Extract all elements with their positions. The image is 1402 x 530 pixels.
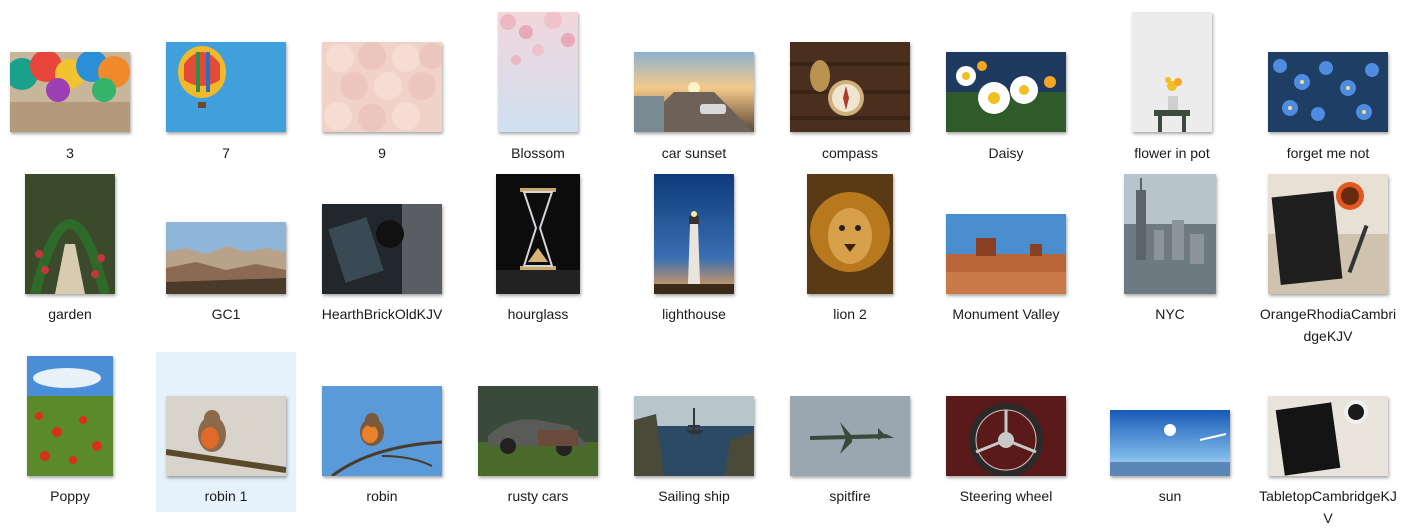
file-name: garden <box>48 306 92 322</box>
file-item[interactable]: HearthBrickOldKJV <box>312 170 452 345</box>
flower-pot-photo-icon <box>1132 12 1212 132</box>
hourglass-photo-icon <box>496 174 580 294</box>
hearth-photo-icon <box>322 204 442 294</box>
file-item[interactable]: OrangeRhodiaCambridgeKJV <box>1258 170 1398 345</box>
file-item[interactable]: robin 1 <box>156 352 296 512</box>
file-name: Daisy <box>988 145 1024 161</box>
file-item[interactable]: Blossom <box>468 8 608 168</box>
file-item[interactable]: 3 <box>0 8 140 168</box>
file-item[interactable]: spitfire <box>780 352 920 512</box>
file-name: robin 1 <box>204 488 248 504</box>
poppy-photo-icon <box>27 356 113 476</box>
file-item[interactable]: forget me not <box>1258 8 1398 168</box>
file-item[interactable]: compass <box>780 8 920 168</box>
file-name: Blossom <box>511 145 565 161</box>
spitfire-photo-icon <box>790 396 910 476</box>
compass-photo-icon <box>790 42 910 132</box>
file-name: flower in pot <box>1134 145 1210 161</box>
file-item[interactable]: lighthouse <box>624 170 764 345</box>
file-item[interactable]: Daisy <box>936 8 1076 168</box>
lion-photo-icon <box>807 174 893 294</box>
file-name: Sailing ship <box>658 488 730 504</box>
rusty-cars-photo-icon <box>478 386 598 476</box>
lighthouse-photo-icon <box>654 174 734 294</box>
monument-valley-photo-icon <box>946 214 1066 294</box>
daisy-photo-icon <box>946 52 1066 132</box>
file-name: NYC <box>1155 306 1185 322</box>
file-item[interactable]: 7 <box>156 8 296 168</box>
file-item[interactable]: NYC <box>1100 170 1240 345</box>
file-item[interactable]: Monument Valley <box>936 170 1076 345</box>
file-item[interactable]: lion 2 <box>780 170 920 345</box>
notebook-photo-icon <box>1268 174 1388 294</box>
steering-wheel-photo-icon <box>946 396 1066 476</box>
sun-photo-icon <box>1110 410 1230 476</box>
file-name: 7 <box>222 145 230 161</box>
file-item[interactable]: sun <box>1100 352 1240 512</box>
file-name: Steering wheel <box>959 488 1053 504</box>
roses-photo-icon <box>322 42 442 132</box>
forget-me-not-photo-icon <box>1268 52 1388 132</box>
file-item[interactable]: TabletopCambridgeKJV <box>1258 352 1398 526</box>
file-item[interactable]: rusty cars <box>468 352 608 512</box>
file-item[interactable]: GC1 <box>156 170 296 345</box>
file-name: rusty cars <box>507 488 569 504</box>
robin-branch-photo-icon <box>166 396 286 476</box>
nyc-photo-icon <box>1124 174 1216 294</box>
file-name: HearthBrickOldKJV <box>321 306 443 322</box>
file-name: robin <box>366 488 398 504</box>
file-grid: 3 7 9 Blossom car sunset compass Daisy f… <box>0 0 1402 530</box>
file-item[interactable]: garden <box>0 170 140 345</box>
file-item[interactable]: robin <box>312 352 452 512</box>
file-name: 9 <box>378 145 386 161</box>
file-item[interactable]: car sunset <box>624 8 764 168</box>
robin-sky-photo-icon <box>322 386 442 476</box>
file-item[interactable]: 9 <box>312 8 452 168</box>
file-name: TabletopCambridgeKJV <box>1259 488 1397 526</box>
blossom-photo-icon <box>498 12 578 132</box>
garden-photo-icon <box>25 174 115 294</box>
file-name: lion 2 <box>833 306 867 322</box>
balloons-photo-icon <box>10 52 130 132</box>
file-name: car sunset <box>661 145 727 161</box>
file-name: forget me not <box>1286 145 1370 161</box>
file-name: Poppy <box>50 488 90 504</box>
file-name: sun <box>1158 488 1182 504</box>
file-name: Monument Valley <box>952 306 1060 322</box>
file-name: hourglass <box>507 306 569 322</box>
file-name: compass <box>821 145 879 161</box>
file-item[interactable]: Sailing ship <box>624 352 764 512</box>
file-item[interactable]: hourglass <box>468 170 608 345</box>
sailing-ship-photo-icon <box>634 396 754 476</box>
file-name: 3 <box>66 145 74 161</box>
car-sunset-photo-icon <box>634 52 754 132</box>
hot-air-balloon-photo-icon <box>166 42 286 132</box>
file-item[interactable]: Steering wheel <box>936 352 1076 512</box>
file-item[interactable]: flower in pot <box>1102 8 1242 168</box>
file-name: OrangeRhodiaCambridgeKJV <box>1259 306 1397 344</box>
tabletop-bible-photo-icon <box>1268 396 1388 476</box>
file-name: GC1 <box>211 306 241 322</box>
file-item[interactable]: Poppy <box>0 352 140 512</box>
file-name: lighthouse <box>662 306 726 322</box>
canyon-photo-icon <box>166 222 286 294</box>
file-name: spitfire <box>829 488 871 504</box>
